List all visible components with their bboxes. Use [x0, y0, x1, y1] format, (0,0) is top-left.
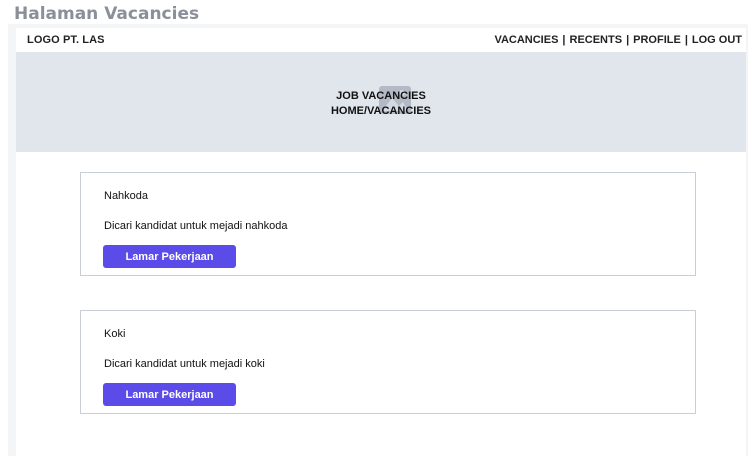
apply-button[interactable]: Lamar Pekerjaan [103, 383, 236, 406]
nav-separator: | [684, 34, 688, 46]
job-description: Dicari kandidat untuk mejadi nahkoda [104, 220, 288, 232]
breadcrumb: HOME/VACANCIES [330, 105, 432, 117]
vacancies-list: Nahkoda Dicari kandidat untuk mejadi nah… [16, 152, 746, 456]
nav-recents[interactable]: RECENTS [570, 34, 623, 46]
nav-log-out[interactable]: LOG OUT [692, 34, 742, 46]
job-card-nahkoda: Nahkoda Dicari kandidat untuk mejadi nah… [80, 172, 696, 276]
job-description: Dicari kandidat untuk mejadi koki [104, 358, 265, 370]
job-title: Koki [104, 328, 126, 340]
page-title: JOB VACANCIES [336, 90, 426, 102]
nav-separator: | [626, 34, 630, 46]
main-nav: VACANCIES | RECENTS | PROFILE | LOG OUT [494, 34, 746, 46]
company-logo[interactable]: LOGO PT. LAS [16, 34, 105, 46]
top-navbar: LOGO PT. LAS VACANCIES | RECENTS | PROFI… [16, 28, 746, 52]
job-title: Nahkoda [104, 190, 149, 202]
nav-separator: | [562, 34, 566, 46]
job-card-koki: Koki Dicari kandidat untuk mejadi koki L… [80, 310, 696, 414]
nav-vacancies[interactable]: VACANCIES [494, 34, 558, 46]
apply-button[interactable]: Lamar Pekerjaan [103, 245, 236, 268]
nav-profile[interactable]: PROFILE [633, 34, 681, 46]
page-frame-label: Halaman Vacancies [14, 4, 200, 24]
hero-banner: JOB VACANCIES HOME/VACANCIES [16, 52, 746, 152]
page-canvas: LOGO PT. LAS VACANCIES | RECENTS | PROFI… [8, 24, 748, 456]
